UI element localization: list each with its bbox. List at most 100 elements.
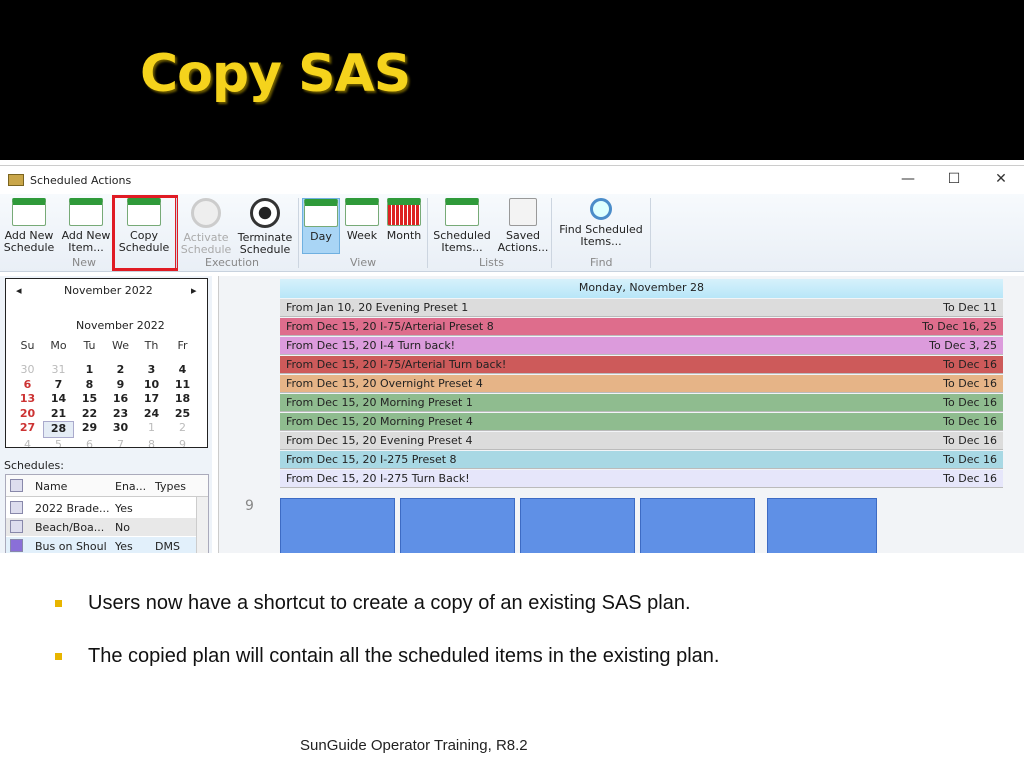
calendar-day[interactable]: 11 xyxy=(167,378,198,393)
calendar-day[interactable]: 3 xyxy=(136,363,167,378)
terminate-schedule-button[interactable]: Terminate Schedule xyxy=(236,198,294,256)
calendar-day[interactable]: 31 xyxy=(43,363,74,378)
column-header[interactable]: Types xyxy=(155,480,186,493)
calendar-day[interactable]: 23 xyxy=(105,407,136,422)
calendar-day[interactable]: 30 xyxy=(12,363,43,378)
appointment-block[interactable] xyxy=(640,498,755,553)
calendar-day[interactable]: 25 xyxy=(167,407,198,422)
event-bar[interactable]: From Dec 15, 20 Evening Preset 4 To Dec 1… xyxy=(280,432,1003,450)
calendar-day[interactable]: 2 xyxy=(198,407,207,422)
ribbon-separator xyxy=(650,198,651,268)
calendar-day[interactable]: 17 xyxy=(136,392,167,407)
column-header[interactable]: Ena... xyxy=(115,480,146,493)
prev-month-button[interactable]: ◂ xyxy=(16,284,22,297)
highlight-box xyxy=(112,195,178,271)
table-row[interactable]: Beach/Boa... No xyxy=(6,518,196,536)
table-cell: No xyxy=(115,521,130,534)
event-bar[interactable]: From Dec 15, 20 I-4 Turn back! To Dec 3, … xyxy=(280,337,1003,355)
day-view-button[interactable]: Day xyxy=(302,198,340,254)
calendar-day[interactable]: 15 xyxy=(74,392,105,407)
calendar-day[interactable]: 9 xyxy=(167,438,198,448)
calendar-day[interactable]: 7 xyxy=(105,438,136,448)
calendar-day[interactable]: 21 xyxy=(43,407,74,422)
minimize-button[interactable]: — xyxy=(893,171,923,187)
week-view-button[interactable]: Week xyxy=(343,198,381,242)
event-bar[interactable]: From Dec 15, 20 Morning Preset 1 To Dec 1… xyxy=(280,394,1003,412)
calendar-day[interactable]: 6 xyxy=(74,438,105,448)
scheduled-items-button[interactable]: Scheduled Items... xyxy=(433,198,491,254)
calendar-day[interactable]: 13 xyxy=(12,392,43,407)
calendar-day[interactable]: 28 xyxy=(43,421,74,438)
calendar-day[interactable]: 1 xyxy=(74,363,105,378)
table-row[interactable]: Bus on Shoul Yes DMS xyxy=(6,537,196,553)
table-cell: Yes xyxy=(115,502,133,515)
next-month-button[interactable]: ▸ xyxy=(191,284,197,297)
calendar-day[interactable]: 2 xyxy=(167,421,198,438)
maximize-button[interactable]: ☐ xyxy=(939,171,969,187)
calendar-day[interactable]: 22 xyxy=(74,407,105,422)
event-bar[interactable]: From Dec 15, 20 I-275 Preset 8 To Dec 16 xyxy=(280,451,1003,469)
button-label: Schedule xyxy=(180,243,232,256)
calendar-day[interactable]: 8 xyxy=(74,378,105,393)
calendar-day[interactable]: 8 xyxy=(136,438,167,448)
calendar-day[interactable]: 20 xyxy=(12,407,43,422)
add-new-item-button[interactable]: Add New Item... xyxy=(60,198,112,254)
find-scheduled-items-button[interactable]: Find Scheduled Items... xyxy=(557,198,645,248)
row-checkbox[interactable] xyxy=(10,539,23,552)
ribbon-group-label: Find xyxy=(590,256,613,269)
calendar-add-icon xyxy=(12,198,46,226)
calendar-day[interactable]: 30 xyxy=(105,421,136,438)
calendar-day[interactable] xyxy=(198,363,207,378)
calendar-month-icon xyxy=(387,198,421,226)
event-bar[interactable]: From Dec 15, 20 I-75/Arterial Preset 8 To… xyxy=(280,318,1003,336)
event-bar[interactable]: From Dec 15, 20 Morning Preset 4 To Dec 1… xyxy=(280,413,1003,431)
select-all-checkbox[interactable] xyxy=(10,479,23,492)
row-checkbox[interactable] xyxy=(10,520,23,533)
row-checkbox[interactable] xyxy=(10,501,23,514)
appointment-block[interactable] xyxy=(767,498,877,553)
column-header[interactable]: Name xyxy=(35,480,67,493)
ribbon-separator xyxy=(427,198,428,268)
slide-footer: SunGuide Operator Training, R8.2 xyxy=(300,737,528,754)
weekday-label: We xyxy=(112,339,129,352)
button-label: Items... xyxy=(441,241,483,254)
calendar-day[interactable]: 27 xyxy=(12,421,43,438)
weekday-label: Tu xyxy=(83,339,96,352)
calendar-day[interactable]: 9 xyxy=(105,378,136,393)
calendar-day[interactable]: 1 xyxy=(136,421,167,438)
calendar-day[interactable]: 2 xyxy=(105,363,136,378)
calendar-day[interactable]: 4 xyxy=(12,438,43,448)
month-view-button[interactable]: Month xyxy=(383,198,425,242)
close-button[interactable]: ✕ xyxy=(986,171,1016,187)
appointment-block[interactable] xyxy=(400,498,515,553)
scrollbar[interactable] xyxy=(196,497,208,553)
event-bar[interactable]: From Dec 15, 20 I-75/Arterial Turn back!… xyxy=(280,356,1003,374)
event-bar[interactable]: From Jan 10, 20 Evening Preset 1 To Dec 1… xyxy=(280,299,1003,317)
calendar-day[interactable]: 18 xyxy=(167,392,198,407)
activate-schedule-button[interactable]: Activate Schedule xyxy=(178,198,234,256)
calendar-day[interactable]: 4 xyxy=(167,363,198,378)
table-row[interactable]: 2022 Brade... Yes xyxy=(6,499,196,517)
calendar-day[interactable]: 16 xyxy=(105,392,136,407)
calendar-day[interactable]: 24 xyxy=(136,407,167,422)
calendar-day[interactable] xyxy=(198,438,207,448)
appointment-block[interactable] xyxy=(280,498,395,553)
button-label: Item... xyxy=(68,241,104,254)
calendar-day[interactable]: 7 xyxy=(43,378,74,393)
event-to: To Dec 16 xyxy=(943,453,997,466)
calendar-day[interactable] xyxy=(198,421,207,438)
calendar-day[interactable]: 1 xyxy=(198,378,207,393)
ribbon-group-label: New xyxy=(72,256,96,269)
add-new-schedule-button[interactable]: Add New Schedule xyxy=(2,198,56,254)
calendar-day[interactable]: 1 xyxy=(198,392,207,407)
saved-actions-button[interactable]: Saved Actions... xyxy=(497,198,549,254)
calendar-day[interactable]: 10 xyxy=(136,378,167,393)
calendar-day[interactable]: 14 xyxy=(43,392,74,407)
calendar-day[interactable]: 6 xyxy=(12,378,43,393)
event-from: From Dec 15, 20 I-75/Arterial Turn back! xyxy=(286,358,507,371)
event-bar[interactable]: From Dec 15, 20 I-275 Turn Back! To Dec 1… xyxy=(280,470,1003,488)
calendar-day[interactable]: 5 xyxy=(43,438,74,448)
event-bar[interactable]: From Dec 15, 20 Overnight Preset 4 To Dec… xyxy=(280,375,1003,393)
calendar-day[interactable]: 29 xyxy=(74,421,105,438)
appointment-block[interactable] xyxy=(520,498,635,553)
